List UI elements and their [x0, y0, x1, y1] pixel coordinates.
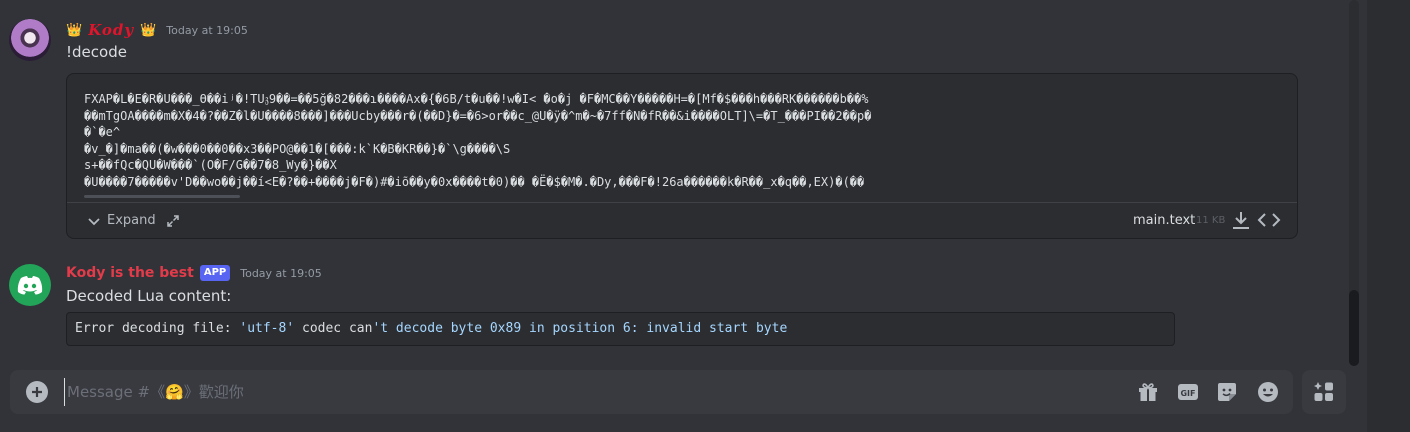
file-preview-line: ��mTgOA����m�X�4�?��Z�l�U����8���]���Ucb… — [84, 108, 872, 123]
file-preview-line: �v_�]�ma��(�w���0��0��x3��PO@��1�[���:k`… — [84, 141, 511, 156]
code-view-icon[interactable] — [1257, 210, 1281, 230]
expand-button[interactable]: Expand — [87, 213, 180, 228]
error-code-block: Error decoding file: 'utf-8' codec can't… — [66, 312, 1175, 346]
message-input[interactable] — [64, 378, 1114, 406]
chat-scrollbar-thumb[interactable] — [1349, 290, 1359, 366]
right-side-panel — [1367, 0, 1410, 432]
error-text-string: 'utf-8' — [239, 321, 295, 336]
user-avatar[interactable] — [9, 19, 51, 61]
app-badge: APP — [199, 265, 231, 281]
expand-label: Expand — [107, 213, 156, 228]
preview-horizontal-scrollbar[interactable] — [84, 195, 240, 198]
crown-emoji-left: 👑 — [66, 22, 83, 38]
username[interactable]: Kody — [88, 21, 134, 39]
file-preview: FXAP�L�E�R�U���_ϴ��iʲ�!TU𝔷9��=��5ğ�82���… — [84, 91, 1292, 197]
message-composer: GIF — [10, 370, 1293, 414]
crown-emoji-right: 👑 — [140, 22, 157, 38]
bot-username[interactable]: Kody is the best — [66, 265, 194, 281]
emoji-icon[interactable] — [1257, 381, 1279, 403]
message-text: Decoded Lua content: — [66, 287, 232, 305]
apps-icon — [1314, 382, 1333, 401]
expand-arrows-icon[interactable] — [166, 214, 180, 228]
gif-icon[interactable]: GIF — [1177, 381, 1199, 403]
svg-text:GIF: GIF — [1180, 389, 1195, 398]
error-text-part: Error decoding file: — [75, 321, 240, 336]
file-preview-line: FXAP�L�E�R�U���_ϴ��iʲ�!TU𝔷9��=��5ğ�82���… — [84, 92, 869, 106]
timestamp[interactable]: Today at 19:05 — [166, 24, 248, 37]
upload-button[interactable] — [26, 381, 48, 403]
message-header: 👑 Kody 👑 Today at 19:05 — [66, 21, 248, 39]
attachment-filename[interactable]: main.text — [1133, 213, 1195, 228]
plus-icon — [32, 387, 42, 397]
text-file-attachment: FXAP�L�E�R�U���_ϴ��iʲ�!TU𝔷9��=��5ğ�82���… — [66, 73, 1298, 239]
error-text-string: 't decode byte 0x89 in position 6: inval… — [372, 321, 788, 336]
bot-avatar[interactable] — [9, 264, 51, 306]
attachment-filesize: 11 KB — [1196, 215, 1226, 226]
file-preview-line: �`�e^ — [84, 125, 121, 139]
chevron-down-icon — [88, 217, 100, 225]
sticker-icon[interactable] — [1216, 381, 1238, 403]
gift-icon[interactable] — [1137, 381, 1159, 403]
file-preview-line: �U����7�����v'D��wo��j��í<E�?��+����j�F�… — [84, 174, 865, 189]
attachment-footer: Expand main.text 11 KB — [67, 202, 1297, 240]
timestamp[interactable]: Today at 19:05 — [240, 267, 322, 280]
message-text: !decode — [66, 43, 127, 61]
message-header: Kody is the best APP Today at 19:05 — [66, 265, 322, 281]
error-text-part: codec can — [294, 321, 373, 336]
download-icon[interactable] — [1230, 209, 1252, 231]
discord-logo-icon — [17, 276, 43, 295]
apps-button[interactable] — [1302, 370, 1346, 414]
file-preview-line: s+��fQc�QU�W���`(O�F/G��7�8_Wy�}��X — [84, 158, 337, 172]
